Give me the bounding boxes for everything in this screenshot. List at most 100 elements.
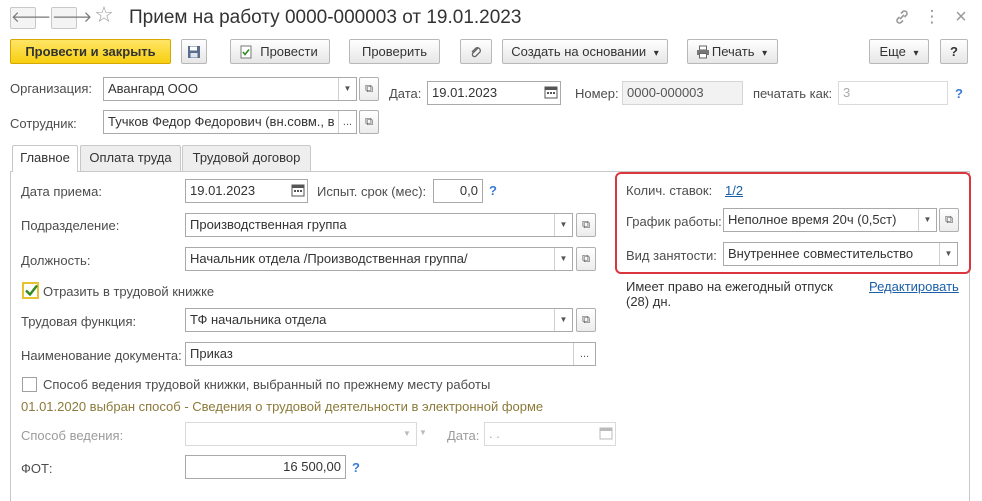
floppy-icon	[188, 46, 200, 58]
print-button[interactable]: Печать ▾	[687, 39, 778, 64]
doc-name-field[interactable]: Приказ ...	[185, 342, 596, 366]
create-based-on-label: Создать на основании	[511, 44, 647, 59]
method-date-value: . .	[489, 426, 500, 441]
checkmark-icon	[25, 284, 38, 297]
close-icon[interactable]: ×	[951, 6, 971, 28]
chevron-down-icon: ▾	[913, 48, 919, 59]
department-open-button[interactable]: ⧉	[576, 213, 596, 237]
position-value: Начальник отдела /Производственная групп…	[190, 251, 468, 266]
printer-icon	[697, 45, 709, 59]
position-open-button[interactable]: ⧉	[576, 247, 596, 271]
favorite-star-icon[interactable]: ☆	[94, 4, 114, 26]
fot-field[interactable]: 16 500,00	[185, 455, 346, 479]
date-value: 19.01.2023	[432, 85, 498, 100]
more-label: Еще	[879, 44, 906, 59]
organization-field[interactable]: Авангард ООО ▼	[103, 77, 357, 101]
schedule-open-button[interactable]: ⧉	[939, 208, 959, 232]
chevron-down-icon[interactable]: ▼	[338, 78, 356, 100]
check-button[interactable]: Проверить	[349, 39, 440, 64]
vacation-text: Имеет право на ежегодный отпуск	[626, 279, 833, 294]
work-book-checkbox[interactable]	[22, 282, 39, 299]
hire-date-label: Дата приема:	[21, 184, 102, 199]
schedule-label: График работы:	[626, 214, 722, 229]
work-function-field[interactable]: ТФ начальника отдела ▼	[185, 308, 573, 332]
tab-contract[interactable]: Трудовой договор	[182, 145, 311, 171]
select-ellipsis-button[interactable]: ...	[573, 343, 595, 365]
help-button[interactable]: ?	[940, 39, 968, 64]
help-icon[interactable]: ?	[489, 183, 497, 199]
organization-open-button[interactable]: ⧉	[359, 77, 379, 101]
attach-button[interactable]	[460, 39, 492, 64]
date-field[interactable]: 19.01.2023	[427, 81, 561, 105]
method-info-text: 01.01.2020 выбран способ - Сведения о тр…	[21, 399, 544, 414]
employee-label: Сотрудник:	[10, 116, 77, 131]
number-field: 0000-000003	[622, 81, 743, 105]
probation-label: Испыт. срок (мес):	[317, 184, 427, 199]
help-icon[interactable]: ?	[352, 460, 360, 476]
vacation-days-text: (28) дн.	[626, 294, 672, 309]
method-date-field: . .	[484, 422, 616, 446]
method-field: ▼	[185, 422, 417, 446]
calendar-icon[interactable]	[291, 183, 305, 197]
post-button[interactable]: Провести	[230, 39, 330, 64]
schedule-value: Неполное время 20ч (0,5ст)	[728, 212, 897, 227]
paperclip-icon	[471, 47, 481, 58]
save-button[interactable]	[181, 39, 207, 64]
method-label: Способ ведения:	[21, 428, 124, 443]
employee-open-button[interactable]: ⧉	[359, 110, 379, 134]
post-and-close-button[interactable]: Провести и закрыть	[10, 39, 171, 64]
number-label: Номер:	[575, 86, 619, 101]
chevron-down-icon[interactable]: ▼	[554, 248, 572, 270]
chevron-down-icon: ▾	[653, 48, 659, 59]
position-label: Должность:	[21, 253, 91, 268]
print-as-label: печатать как:	[753, 86, 833, 101]
method-date-label: Дата:	[447, 428, 480, 443]
organization-value: Авангард ООО	[108, 81, 198, 96]
select-ellipsis-button[interactable]: ...	[338, 111, 356, 133]
hire-date-value: 19.01.2023	[190, 183, 256, 198]
more-vertical-icon[interactable]: ⋮	[922, 6, 942, 28]
back-button[interactable]: 🡐	[10, 7, 51, 29]
position-field[interactable]: Начальник отдела /Производственная групп…	[185, 247, 573, 271]
fot-label: ФОТ:	[21, 461, 53, 476]
post-label: Провести	[260, 44, 318, 59]
print-as-field[interactable]: 3	[838, 81, 948, 105]
create-based-on-button[interactable]: Создать на основании ▾	[502, 39, 668, 64]
link-icon[interactable]	[892, 6, 912, 31]
calendar-icon	[599, 427, 613, 440]
tab-main[interactable]: Главное	[12, 145, 78, 172]
more-button[interactable]: Еще ▾	[869, 39, 929, 64]
work-book-label[interactable]: Отразить в трудовой книжке	[43, 284, 214, 300]
employee-field[interactable]: Тучков Федор Федорович (вн.совм., в ...	[103, 110, 357, 134]
method-dropdown-button: ▼	[419, 428, 427, 437]
employment-field[interactable]: Внутреннее совместительство ▼	[723, 242, 958, 266]
probation-field[interactable]: 0,0	[433, 179, 483, 203]
forward-button[interactable]: 🡒	[51, 7, 92, 29]
calendar-icon[interactable]	[544, 85, 558, 99]
edit-vacation-link[interactable]: Редактировать	[869, 279, 959, 295]
schedule-field[interactable]: Неполное время 20ч (0,5ст) ▼	[723, 208, 937, 232]
post-icon	[240, 45, 252, 59]
organization-label: Организация:	[10, 81, 93, 96]
help-icon[interactable]: ?	[955, 86, 963, 102]
chevron-down-icon[interactable]: ▼	[939, 243, 957, 265]
work-function-label: Трудовая функция:	[21, 314, 137, 329]
chevron-down-icon[interactable]: ▼	[554, 309, 572, 331]
chevron-down-icon[interactable]: ▼	[554, 214, 572, 236]
prev-method-checkbox[interactable]	[22, 377, 37, 392]
tab-payment[interactable]: Оплата труда	[80, 145, 181, 171]
rates-link[interactable]: 1/2	[725, 183, 743, 199]
department-field[interactable]: Производственная группа ▼	[185, 213, 573, 237]
employee-value: Тучков Федор Федорович (вн.совм., в	[108, 114, 335, 129]
chevron-down-icon[interactable]: ▼	[918, 209, 936, 231]
doc-name-value: Приказ	[190, 346, 233, 361]
prev-method-label[interactable]: Способ ведения трудовой книжки, выбранны…	[43, 377, 490, 393]
rates-label: Колич. ставок:	[626, 183, 713, 198]
chevron-down-icon: ▾	[762, 48, 768, 59]
hire-date-field[interactable]: 19.01.2023	[185, 179, 308, 203]
employment-value: Внутреннее совместительство	[728, 246, 914, 261]
doc-name-label: Наименование документа:	[21, 348, 182, 363]
work-function-value: ТФ начальника отдела	[190, 312, 327, 327]
work-function-open-button[interactable]: ⧉	[576, 308, 596, 332]
department-value: Производственная группа	[190, 217, 347, 232]
